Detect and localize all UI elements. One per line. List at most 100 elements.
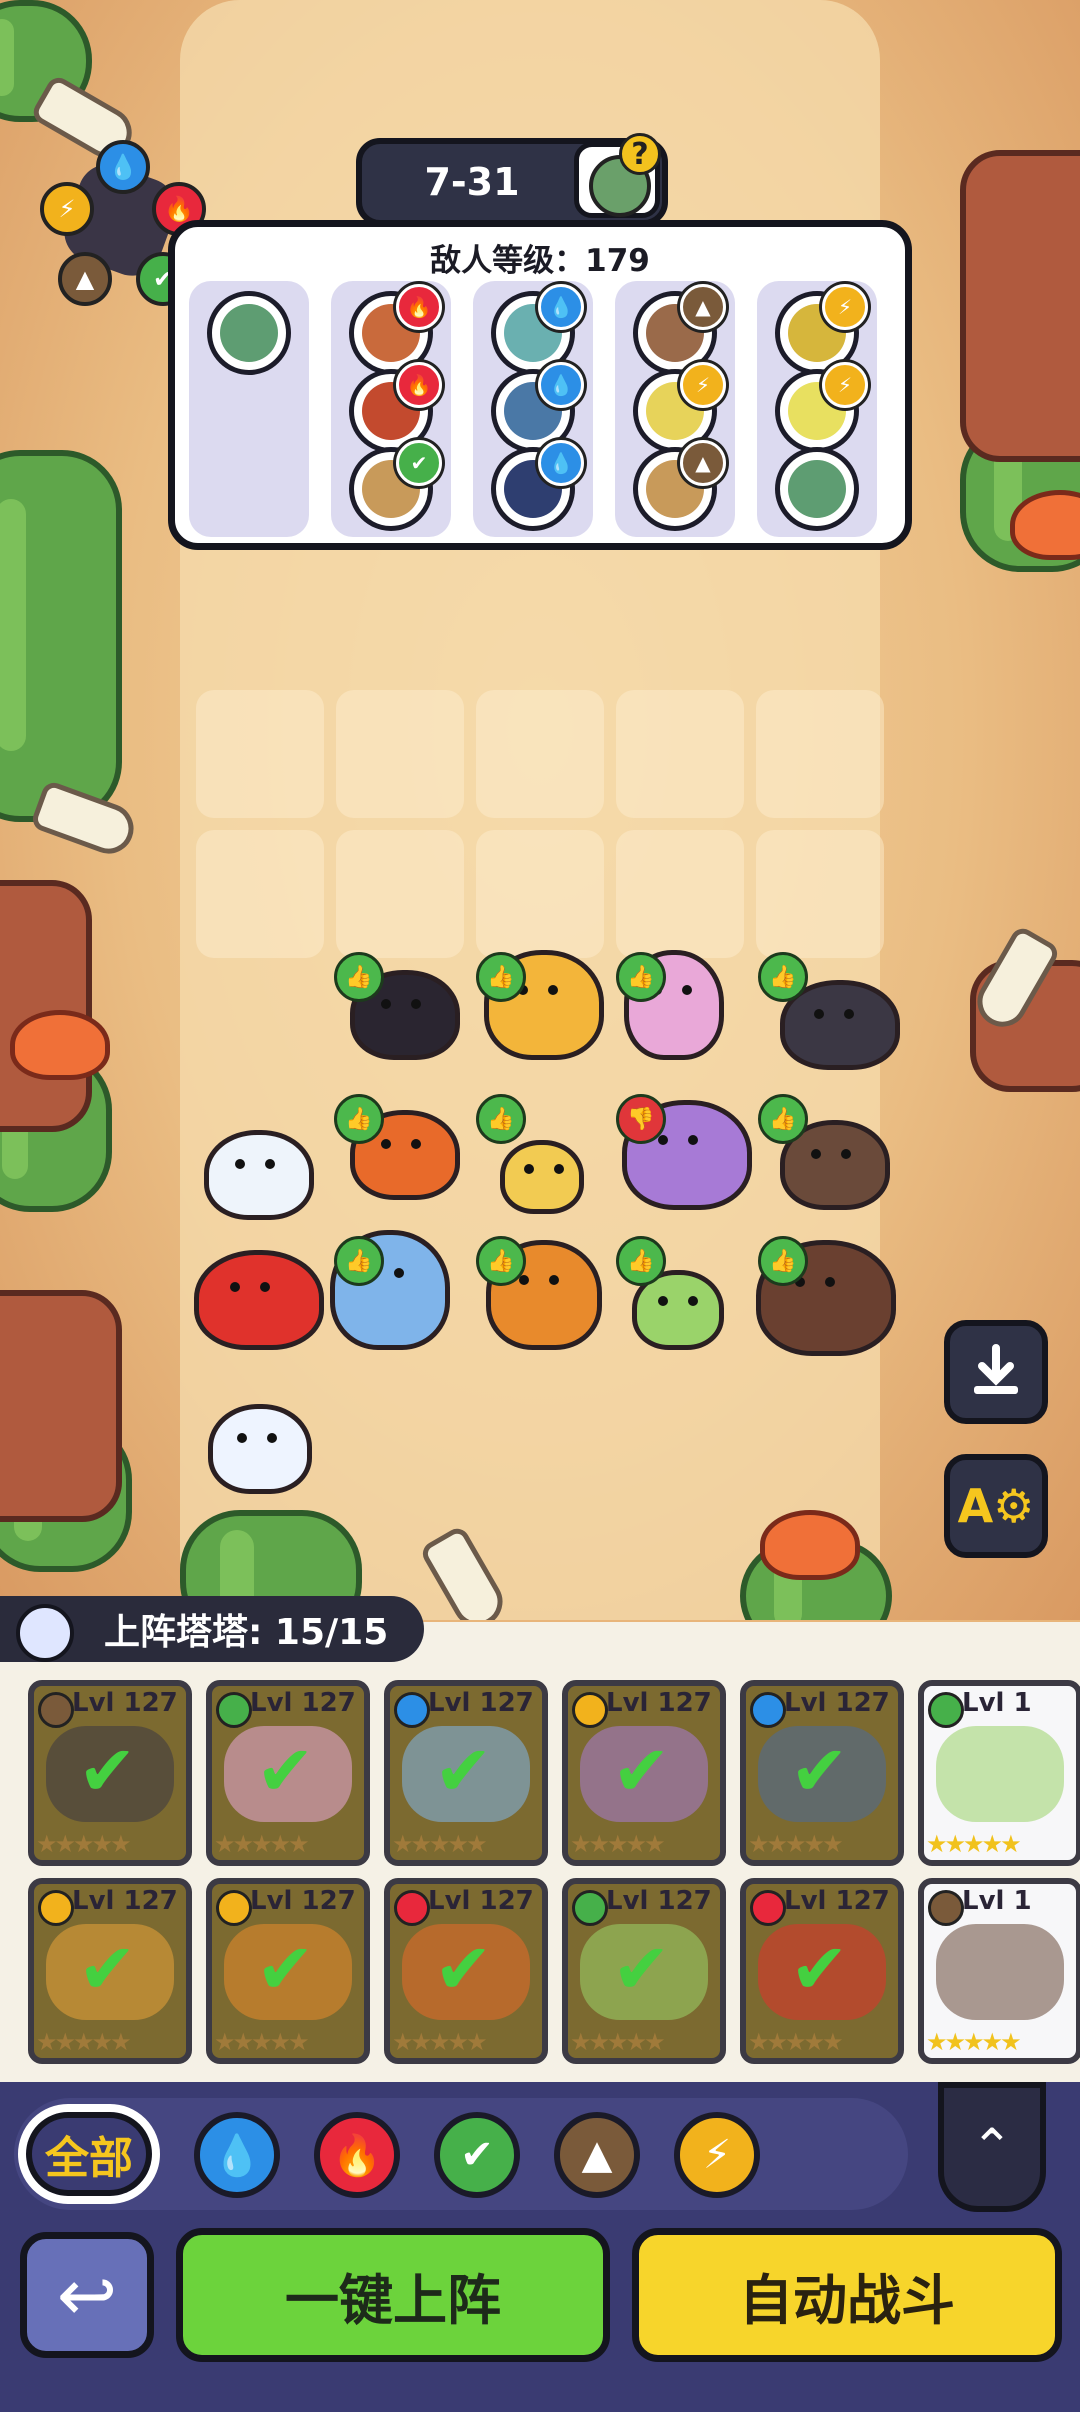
pet-level: Lvl 127 [428,1886,534,1916]
water-icon: 💧 [538,362,584,408]
auto-battle-button[interactable]: 自动战斗 [632,2228,1062,2362]
pet-portrait [936,1726,1064,1822]
fire-icon: 🔥 [396,284,442,330]
enemy-portrait[interactable]: ▲ [633,440,726,531]
elec-icon [38,1890,74,1926]
filter-water-button[interactable]: 💧 [194,2112,280,2198]
pet-card[interactable]: Lvl 127 ✔ ★★★★★ [740,1878,904,2064]
pet-unit[interactable] [208,1404,312,1494]
earth-icon: ▲ [58,252,112,306]
thumbs-up-icon: 👍 [758,1094,808,1144]
filter-earth-button[interactable]: ▲ [554,2112,640,2198]
water-icon [394,1692,430,1728]
filter-lightning-button[interactable]: ⚡ [674,2112,760,2198]
filter-all-button[interactable]: 全部 [18,2104,160,2204]
pet-level: Lvl 127 [606,1688,712,1718]
earth-icon: ▲ [680,284,726,330]
pet-unit[interactable] [204,1130,314,1220]
pet-card[interactable]: Lvl 127 ✔ ★★★★★ [206,1680,370,1866]
thumbs-up-icon: 👍 [334,1094,384,1144]
check-icon: ✔ [612,1730,671,1812]
thumbs-up-icon: 👍 [616,952,666,1002]
zombie-green-icon [788,460,846,518]
fire-icon [750,1890,786,1926]
pet-unit[interactable] [500,1140,584,1214]
pet-level: Lvl 127 [784,1886,890,1916]
stage-badge: 7-31 ? [356,133,668,226]
water-icon: 💧 [538,284,584,330]
star-rating: ★★★★★ [570,2028,666,2056]
enemy-portrait[interactable]: ⚡ [775,362,868,453]
pet-card[interactable]: Lvl 127 ✔ ★★★★★ [562,1878,726,2064]
pet-card[interactable]: Lvl 127 ✔ ★★★★★ [740,1680,904,1866]
filter-fire-button[interactable]: 🔥 [314,2112,400,2198]
enemy-portrait[interactable] [207,291,291,375]
cactus-decoration [0,450,122,822]
thumbs-up-icon: 👍 [476,1094,526,1144]
one-click-deploy-button[interactable]: 一键上阵 [176,2228,610,2362]
pet-card[interactable]: Lvl 127 ✔ ★★★★★ [206,1878,370,2064]
auto-settings-button[interactable]: A⚙ [944,1454,1048,1558]
pet-card[interactable]: Lvl 127 ✔ ★★★★★ [28,1680,192,1866]
filter-leaf-button[interactable]: ✔ [434,2112,520,2198]
star-rating: ★★★★★ [214,2028,310,2056]
pet-card[interactable]: Lvl 1 ★★★★★ [918,1878,1080,2064]
pet-card[interactable]: Lvl 127 ✔ ★★★★★ [28,1878,192,2064]
pet-card[interactable]: Lvl 1 ★★★★★ [918,1680,1080,1866]
star-rating: ★★★★★ [36,1830,132,1858]
download-icon [974,1344,1018,1394]
elec-icon: ⚡ [822,284,868,330]
enemy-info-button[interactable]: ? [574,133,661,218]
thumbs-up-icon: 👍 [616,1236,666,1286]
pet-level: Lvl 127 [250,1688,356,1718]
thumbs-up-icon: 👍 [476,1236,526,1286]
star-rating: ★★★★★ [214,1830,310,1858]
pet-portrait [936,1924,1064,2020]
fire-icon: 🔥 [396,362,442,408]
enemy-column [189,281,309,537]
enemy-panel: 敌人等级：179 🔥 🔥 ✔ 💧 💧 💧 ▲ ⚡ ▲ ⚡ ⚡ [168,220,912,550]
pet-card[interactable]: Lvl 127 ✔ ★★★★★ [384,1680,548,1866]
question-mark-icon: ? [619,133,661,175]
pet-level: Lvl 127 [72,1886,178,1916]
earth-icon [928,1890,964,1926]
flower-decoration [10,1010,110,1080]
star-rating: ★★★★★ [926,1830,1022,1858]
pet-level: Lvl 1 [962,1886,1032,1916]
earth-icon: ▲ [581,2132,613,2178]
chevron-up-icon: ⌃ [971,2118,1013,2176]
water-icon: 💧 [212,2132,262,2179]
leaf-icon [928,1692,964,1728]
star-rating: ★★★★★ [926,2028,1022,2056]
elec-icon: ⚡ [680,362,726,408]
roster-header: 上阵塔塔: 15/15 [0,1596,424,1662]
star-rating: ★★★★★ [570,1830,666,1858]
check-icon: ✔ [790,1928,849,2010]
cat-avatar-icon [16,1604,74,1662]
thumbs-up-icon: 👍 [476,952,526,1002]
save-formation-button[interactable] [944,1320,1048,1424]
pet-level: Lvl 127 [428,1688,534,1718]
pet-card[interactable]: Lvl 127 ✔ ★★★★★ [562,1680,726,1866]
thumbs-up-icon: 👍 [758,952,808,1002]
star-rating: ★★★★★ [748,2028,844,2056]
rock-decoration [960,150,1080,462]
star-rating: ★★★★★ [392,2028,488,2056]
pet-card[interactable]: Lvl 127 ✔ ★★★★★ [384,1878,548,2064]
check-icon: ✔ [256,1730,315,1812]
water-icon [750,1692,786,1728]
back-arrow-icon: ↩ [56,2253,118,2337]
pet-level: Lvl 127 [250,1886,356,1916]
enemy-portrait[interactable]: 💧 [491,440,584,531]
back-button[interactable]: ↩ [20,2232,154,2358]
expand-button[interactable]: ⌃ [938,2082,1046,2212]
check-icon: ✔ [434,1730,493,1812]
enemy-portrait[interactable] [775,447,859,531]
pet-level: Lvl 127 [606,1886,712,1916]
enemy-portrait[interactable]: ✔ [349,440,442,531]
thumbs-down-icon: 👎 [616,1094,666,1144]
check-icon: ✔ [612,1928,671,2010]
fire-icon [394,1890,430,1926]
pet-level: Lvl 127 [72,1688,178,1718]
pet-unit[interactable] [194,1250,324,1350]
